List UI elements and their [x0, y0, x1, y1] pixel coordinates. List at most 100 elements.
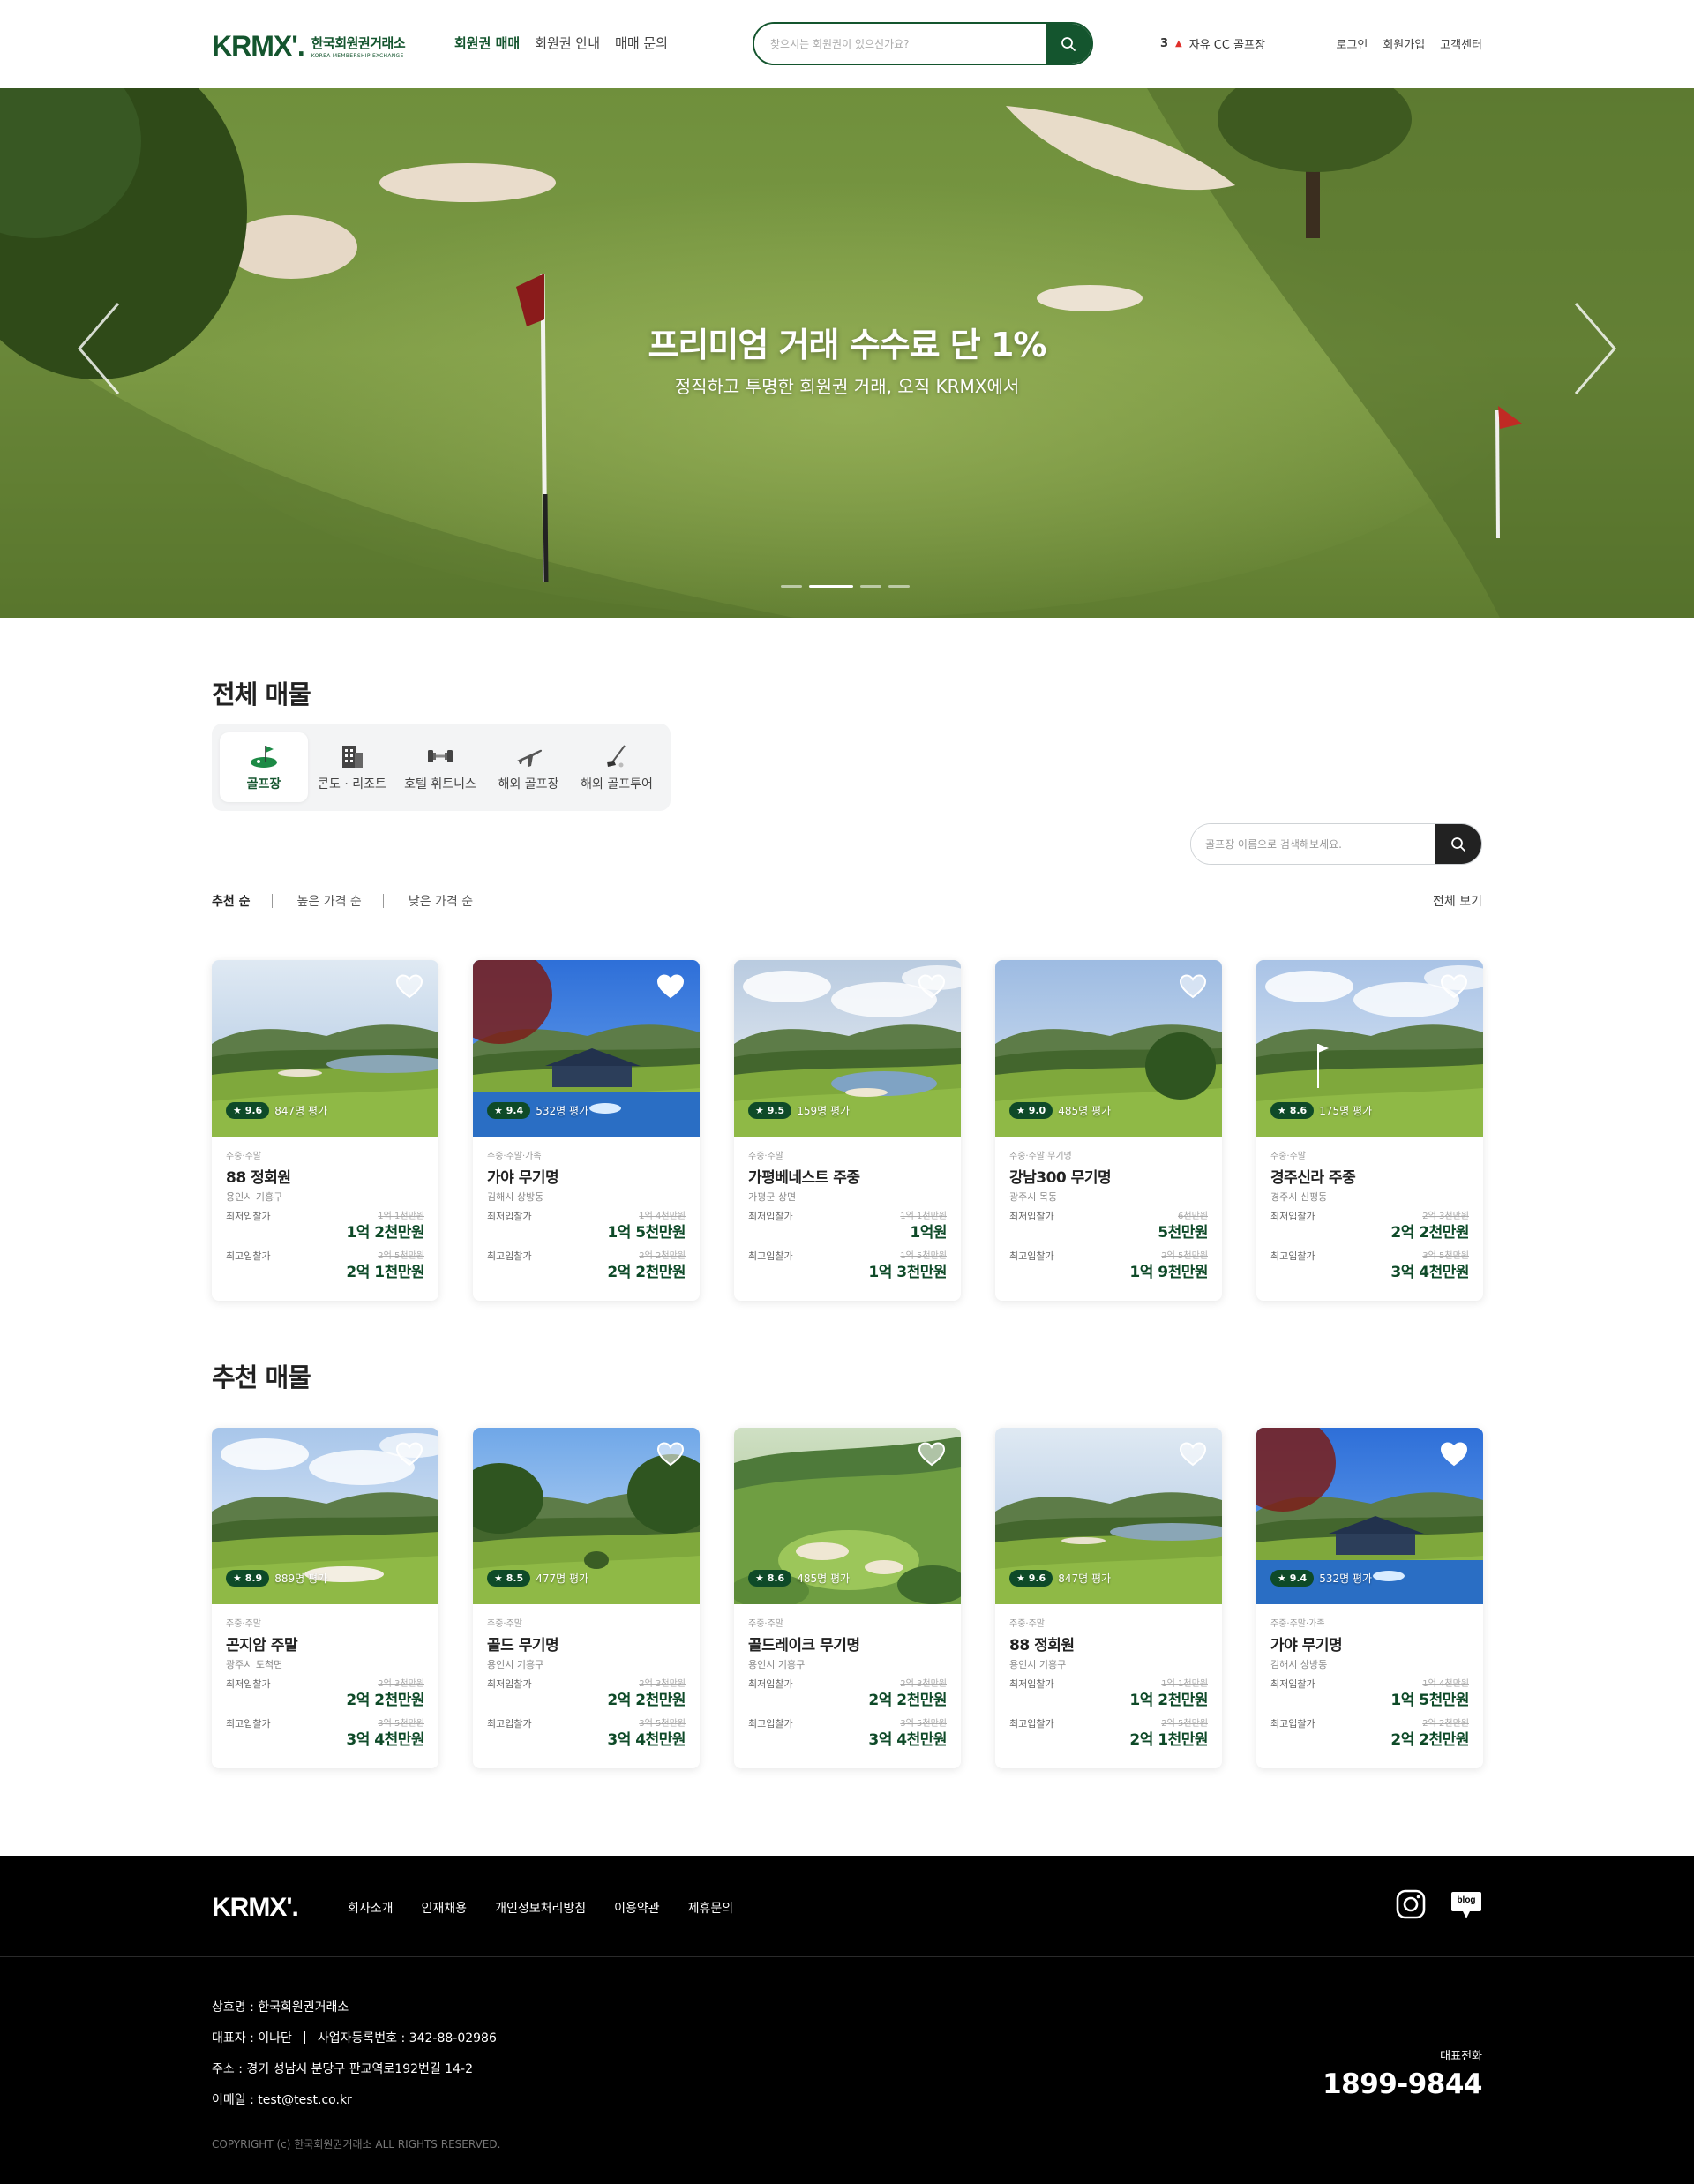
login-link[interactable]: 로그인 [1336, 35, 1368, 52]
footer-top: KRMX'. 회사소개 인재채용 개인정보처리방침 이용약관 제휴문의 blog [0, 1856, 1694, 1957]
nav-membership-trade[interactable]: 회원권 매매 [454, 34, 520, 52]
rating: ★ 8.6 485명 평가 [748, 1570, 850, 1587]
heart-icon[interactable] [918, 1442, 946, 1467]
listing-card[interactable]: ★ 9.4 532명 평가 주중·주말·가족 가야 무기명 김해시 상방동 최저… [473, 960, 700, 1301]
membership-type: 주중·주말 [748, 1152, 783, 1161]
footer-logo[interactable]: KRMX'. [212, 1893, 299, 1923]
heart-icon[interactable] [395, 974, 424, 999]
heart-icon[interactable] [1440, 1442, 1468, 1467]
search-icon [1451, 837, 1465, 852]
course-location: 김해시 상방동 [487, 1191, 544, 1203]
min-bid-label: 최저입찰가 [1270, 1211, 1315, 1222]
heart-icon[interactable] [918, 974, 946, 999]
category-label: 콘도 · 리조트 [318, 777, 386, 792]
blog-icon[interactable]: blog [1450, 1890, 1482, 1922]
category-tab-condo[interactable]: 콘도 · 리조트 [308, 732, 396, 802]
listing-card[interactable]: ★ 9.6 847명 평가 주중·주말 88 정회원 용인시 기흥구 최저입찰가… [995, 1428, 1222, 1768]
star-icon: ★ [233, 1572, 242, 1584]
review-count: 159명 평가 [797, 1105, 851, 1117]
star-icon: ★ [1016, 1105, 1025, 1116]
max-bid-price: 3억 4천만원 [868, 1731, 947, 1749]
rating-score: 9.4 [1289, 1572, 1308, 1584]
course-search-button[interactable] [1435, 824, 1481, 864]
category-label: 해외 골프장 [498, 777, 559, 792]
review-count: 175명 평가 [1319, 1105, 1373, 1117]
heart-icon[interactable] [656, 1442, 685, 1467]
listing-card[interactable]: ★ 8.6 175명 평가 주중·주말 경주신라 주중 경주시 신평동 최저입찰… [1256, 960, 1483, 1301]
heart-icon[interactable] [1179, 1442, 1207, 1467]
phone-number[interactable]: 1899-9844 [1323, 2068, 1482, 2100]
category-tab-overseas-golf[interactable]: 해외 골프장 [484, 732, 573, 802]
hero-dot[interactable] [781, 585, 802, 588]
review-count: 532명 평가 [536, 1105, 589, 1117]
footer-link-about[interactable]: 회사소개 [348, 1899, 394, 1917]
rating: ★ 9.6 847명 평가 [226, 1102, 327, 1119]
footer-link-terms[interactable]: 이용약관 [614, 1899, 660, 1917]
max-bid-label: 최고입찰가 [1270, 1718, 1315, 1730]
course-name: 가야 무기명 [1270, 1637, 1343, 1655]
category-tab-golf[interactable]: 골프장 [220, 732, 308, 802]
realtime-ranking[interactable]: 3 ▲ 자유 CC 골프장 [1160, 35, 1265, 52]
listing-info: 주중·주말 골드레이크 무기명 용인시 기흥구 최저입찰가 2억 3천만원 2억… [748, 1616, 947, 1749]
sort-recommended[interactable]: 추천 순 [212, 892, 251, 910]
listing-card[interactable]: ★ 9.4 532명 평가 주중·주말·가족 가야 무기명 김해시 상방동 최저… [1256, 1428, 1483, 1768]
rating-score: 8.6 [1289, 1105, 1308, 1116]
course-location: 가평군 상면 [748, 1191, 797, 1203]
min-bid-label: 최저입찰가 [226, 1678, 271, 1690]
min-bid-label: 최저입찰가 [748, 1678, 793, 1690]
footer-link-careers[interactable]: 인재채용 [422, 1899, 468, 1917]
max-bid-label: 최고입찰가 [226, 1250, 271, 1262]
site-logo[interactable]: KRMX'. 한국회원권거래소 KOREA MEMBERSHIP EXCHANG… [212, 30, 406, 63]
max-bid-price: 2억 1천만원 [346, 1264, 424, 1281]
sort-price-low[interactable]: 낮은 가격 순 [409, 892, 473, 910]
category-label: 호텔 휘트니스 [404, 777, 476, 792]
heart-icon[interactable] [395, 1442, 424, 1467]
hero-dot[interactable] [809, 585, 853, 588]
rating-score-badge: ★ 9.0 [1009, 1102, 1053, 1119]
heart-icon[interactable] [1179, 974, 1207, 999]
min-bid-price: 2억 2천만원 [1390, 1224, 1469, 1242]
footer-link-partnership[interactable]: 제휴문의 [688, 1899, 734, 1917]
rating-score: 9.0 [1028, 1105, 1046, 1116]
hero-next-button[interactable] [1569, 300, 1622, 397]
heart-icon[interactable] [656, 974, 685, 999]
hero-dot[interactable] [860, 585, 881, 588]
view-all-link[interactable]: 전체 보기 [1433, 892, 1482, 910]
category-tab-fitness[interactable]: 호텔 휘트니스 [396, 732, 484, 802]
header-search-input[interactable] [754, 24, 1046, 64]
nav-membership-guide[interactable]: 회원권 안내 [535, 34, 600, 52]
rating: ★ 9.5 159명 평가 [748, 1102, 850, 1119]
nav-trade-inquiry[interactable]: 매매 문의 [615, 34, 668, 52]
min-bid-label: 최저입찰가 [1270, 1678, 1315, 1690]
hero-dot[interactable] [888, 585, 910, 588]
sort-price-high[interactable]: 높은 가격 순 [297, 892, 362, 910]
heart-icon[interactable] [1440, 974, 1468, 999]
course-search-input[interactable] [1191, 824, 1435, 864]
min-bid-label: 최저입찰가 [748, 1211, 793, 1222]
max-bid-label: 최고입찰가 [487, 1250, 532, 1262]
footer-link-privacy[interactable]: 개인정보처리방침 [495, 1899, 586, 1917]
review-count: 532명 평가 [1319, 1572, 1373, 1585]
category-label: 골프장 [246, 777, 281, 792]
membership-type: 주중·주말 [748, 1619, 783, 1629]
course-name: 곤지암 주말 [226, 1637, 298, 1655]
course-name: 88 정회원 [226, 1169, 291, 1187]
listing-card[interactable]: ★ 8.9 889명 평가 주중·주말 곤지암 주말 광주시 도척면 최저입찰가… [212, 1428, 438, 1768]
customer-center-link[interactable]: 고객센터 [1440, 35, 1482, 52]
rating-score-badge: ★ 8.6 [748, 1570, 792, 1587]
listing-card[interactable]: ★ 8.5 477명 평가 주중·주말 골드 무기명 용인시 기흥구 최저입찰가… [473, 1428, 700, 1768]
listing-card[interactable]: ★ 9.5 159명 평가 주중·주말 가평베네스트 주중 가평군 상면 최저입… [734, 960, 961, 1301]
signup-link[interactable]: 회원가입 [1383, 35, 1425, 52]
listing-card[interactable]: ★ 9.6 847명 평가 주중·주말 88 정회원 용인시 기흥구 최저입찰가… [212, 960, 438, 1301]
membership-type: 주중·주말·가족 [1270, 1619, 1325, 1629]
header-search-button[interactable] [1046, 24, 1091, 64]
instagram-icon[interactable] [1396, 1889, 1426, 1923]
min-bid-label: 최저입찰가 [1009, 1678, 1054, 1690]
listing-card[interactable]: ★ 9.0 485명 평가 주중·주말·무기명 강남300 무기명 광주시 목동… [995, 960, 1222, 1301]
listing-info: 주중·주말 골드 무기명 용인시 기흥구 최저입찰가 2억 3천만원 2억 2천… [487, 1616, 686, 1749]
course-location: 광주시 도척면 [226, 1659, 283, 1670]
listing-info: 주중·주말·가족 가야 무기명 김해시 상방동 최저입찰가 1억 4천만원 1억… [1270, 1616, 1469, 1749]
hero-prev-button[interactable] [72, 300, 125, 397]
category-tab-overseas-tour[interactable]: 해외 골프투어 [573, 732, 661, 802]
listing-card[interactable]: ★ 8.6 485명 평가 주중·주말 골드레이크 무기명 용인시 기흥구 최저… [734, 1428, 961, 1768]
